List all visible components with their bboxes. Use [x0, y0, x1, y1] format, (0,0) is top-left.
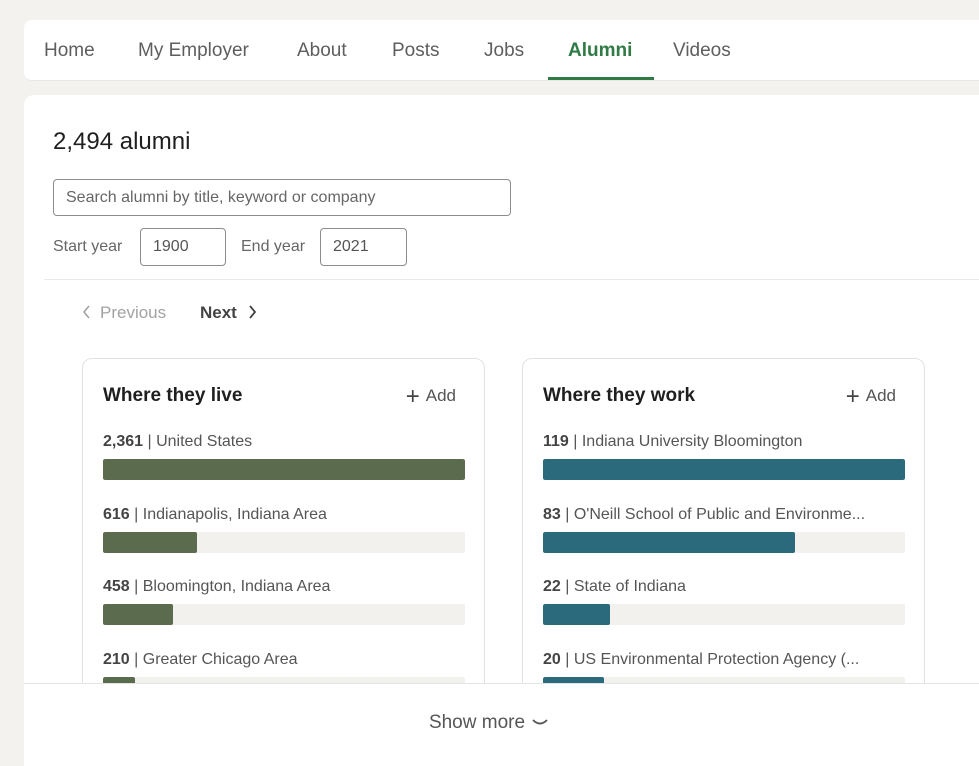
- tab-home[interactable]: Home: [44, 20, 95, 80]
- end-year-label: End year: [241, 238, 306, 255]
- previous-button[interactable]: Previous: [82, 303, 166, 323]
- tab-alumni[interactable]: Alumni: [568, 20, 632, 80]
- start-year-label: Start year: [53, 238, 123, 255]
- chevron-left-icon: [82, 305, 90, 319]
- list-item[interactable]: 83 | O'Neill School of Public and Enviro…: [543, 506, 903, 524]
- work-bar: [543, 604, 610, 625]
- plus-icon: +: [405, 383, 420, 410]
- tab-posts[interactable]: Posts: [392, 20, 440, 80]
- bar-track: [103, 532, 465, 553]
- show-more-button[interactable]: Show more: [24, 712, 954, 734]
- bar-track: [543, 604, 905, 625]
- alumni-count: 2,494 alumni: [53, 128, 191, 155]
- bar-track: [103, 604, 465, 625]
- where-they-work-title: Where they work: [543, 385, 696, 406]
- show-more-bar: Show more: [24, 683, 979, 766]
- end-year-input[interactable]: [320, 228, 407, 266]
- list-item[interactable]: 210 | Greater Chicago Area: [103, 651, 463, 669]
- next-label: Next: [200, 303, 237, 322]
- page-nav: Home My Employer About Posts Jobs Alumni…: [24, 20, 979, 81]
- next-button[interactable]: Next: [200, 303, 257, 323]
- bar-track: [103, 459, 465, 480]
- start-year-input[interactable]: [140, 228, 226, 266]
- list-item[interactable]: 616 | Indianapolis, Indiana Area: [103, 506, 463, 524]
- previous-label: Previous: [100, 303, 167, 322]
- list-item[interactable]: 2,361 | United States: [103, 433, 463, 451]
- show-more-label: Show more: [428, 712, 526, 733]
- list-item[interactable]: 20 | US Environmental Protection Agency …: [543, 651, 903, 669]
- bar-track: [543, 532, 905, 553]
- chevron-down-icon: [532, 719, 548, 725]
- add-label: Add: [865, 386, 896, 405]
- divider: [44, 279, 979, 280]
- add-location-button[interactable]: + Add: [406, 383, 456, 411]
- plus-icon: +: [845, 383, 860, 410]
- bar-track: [543, 459, 905, 480]
- left-background: [0, 0, 10, 765]
- where-they-live-title: Where they live: [103, 385, 243, 406]
- live-bar: [103, 532, 198, 553]
- add-label: Add: [425, 386, 456, 405]
- chevron-right-icon: [249, 305, 257, 319]
- live-bar: [103, 604, 174, 625]
- add-company-button[interactable]: + Add: [846, 383, 896, 411]
- work-bar: [543, 532, 796, 553]
- tab-videos[interactable]: Videos: [673, 20, 731, 80]
- list-item[interactable]: 22 | State of Indiana: [543, 578, 903, 596]
- search-alumni-input[interactable]: [53, 179, 511, 216]
- live-bar: [103, 459, 465, 480]
- active-tab-indicator: [548, 77, 654, 80]
- top-background: [0, 0, 979, 20]
- tab-about[interactable]: About: [297, 20, 347, 80]
- tab-jobs[interactable]: Jobs: [484, 20, 524, 80]
- list-item[interactable]: 458 | Bloomington, Indiana Area: [103, 578, 463, 596]
- alumni-card: 2,494 alumni Start year End year Previou…: [24, 95, 979, 765]
- tab-my-employer[interactable]: My Employer: [138, 20, 249, 80]
- list-item[interactable]: 119 | Indiana University Bloomington: [543, 433, 903, 451]
- work-bar: [543, 459, 905, 480]
